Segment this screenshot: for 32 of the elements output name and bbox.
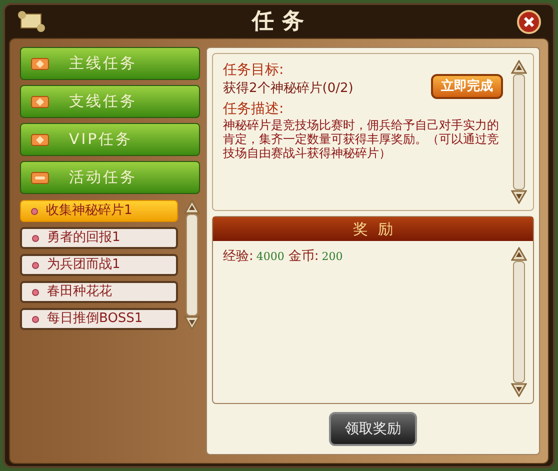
reward-value: 200 (322, 249, 343, 265)
close-icon (523, 16, 535, 28)
quest-item[interactable]: 春田种花花 (20, 281, 178, 303)
scroll-up-icon[interactable] (184, 200, 200, 214)
scroll-down-icon[interactable] (511, 383, 527, 397)
claim-reward-button[interactable]: 领取奖励 (329, 412, 417, 446)
scroll-down-icon[interactable] (511, 190, 527, 204)
description-heading: 任务描述: (223, 101, 285, 118)
description-text: 神秘碎片是竞技场比赛时，佣兵给予自己对手实力的肯定，集齐一定数量可获得丰厚奖励。（可以通过竞技场自由赛战斗获得神秘碎片） (223, 118, 500, 160)
window-title: 任务 (250, 8, 313, 36)
quest-item[interactable]: 每日推倒BOSS1 (20, 308, 178, 330)
close-button[interactable] (517, 10, 541, 34)
rewards-header: 奖 励 (213, 217, 533, 241)
quest-item[interactable]: 勇者的回报1 (20, 227, 178, 249)
quest-item[interactable]: 收集神秘碎片1 (20, 200, 178, 222)
goal-text: 获得2个神秘碎片(0/2) (223, 81, 354, 96)
scroll-down-icon[interactable] (184, 316, 200, 330)
scroll-up-icon[interactable] (511, 60, 527, 74)
expand-icon (31, 58, 49, 70)
reward-label: 金币: (288, 248, 319, 266)
scrollbar[interactable] (511, 60, 527, 204)
collapse-icon (31, 172, 49, 184)
reward-value: 4000 (256, 249, 284, 265)
goal-heading: 任务目标: (223, 62, 285, 79)
expand-icon (31, 96, 49, 108)
scroll-up-icon[interactable] (511, 247, 527, 261)
scrollbar[interactable] (511, 247, 527, 397)
quest-item[interactable]: 为兵团而战1 (20, 254, 178, 276)
reward-label: 经验: (223, 248, 254, 266)
scroll-icon (17, 10, 47, 34)
scrollbar[interactable] (184, 200, 200, 330)
expand-icon (31, 134, 49, 146)
